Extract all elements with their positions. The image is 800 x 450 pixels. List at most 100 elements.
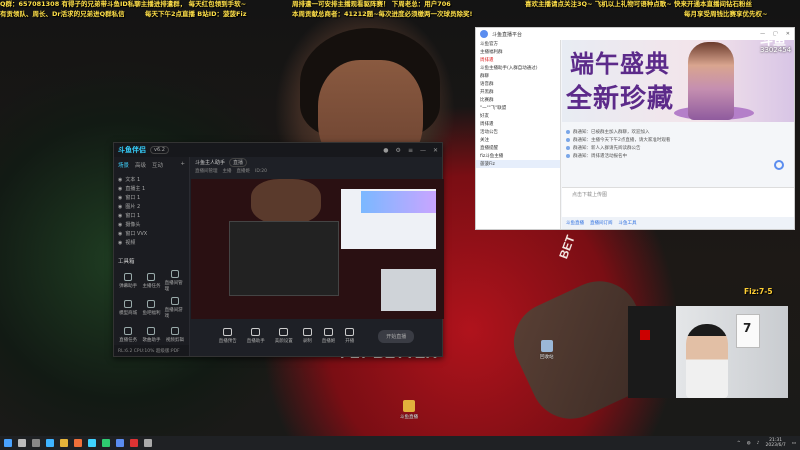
contact-item[interactable]: 好友 (476, 112, 560, 120)
menu-icon[interactable]: ≡ (408, 147, 413, 154)
scene-item[interactable]: ◉ 窗口 1 (118, 193, 185, 202)
app-icon[interactable] (74, 439, 82, 447)
scene-item[interactable]: ◉ 窗口 1 (118, 211, 185, 220)
eye-icon[interactable]: ◉ (118, 186, 122, 192)
chat-title: 斗鱼直播平台 (492, 31, 523, 38)
desktop-icon-recycle[interactable]: 回收站 (540, 340, 554, 360)
tool-danmu[interactable]: 弹幕助手 (118, 269, 138, 293)
contact-item-selected[interactable]: 菠菠Fiz (476, 160, 560, 168)
record-icon (302, 328, 312, 336)
add-icon[interactable]: + (180, 161, 185, 169)
wechat-icon[interactable] (102, 439, 110, 447)
contact-item[interactable]: "一""飞"联盟 (476, 104, 560, 112)
media-icon[interactable] (130, 439, 138, 447)
tool-video-edit[interactable]: 视频剪辑 (165, 323, 185, 347)
douyu-companion-icon[interactable] (88, 439, 96, 447)
contact-item[interactable]: 关注 (476, 136, 560, 144)
tool-live-task[interactable]: 直播任务 (118, 323, 138, 347)
bottom-broadcast-button[interactable]: 开播 (345, 328, 355, 344)
contact-item[interactable]: 周排遣 (476, 120, 560, 128)
close-icon[interactable]: ✕ (433, 147, 438, 154)
contact-item[interactable]: fiz斗鱼主播 (476, 152, 560, 160)
qq-icon[interactable] (116, 439, 124, 447)
taskbar-clock[interactable]: 21:31 2023/6/7 (766, 438, 786, 448)
bottom-helper-button[interactable]: 直播助手 (247, 328, 265, 344)
tool-fishbar[interactable]: 鱼吧福利 (141, 296, 161, 320)
preview-webcam (381, 269, 436, 311)
chat-titlebar[interactable]: 斗鱼直播平台 — □ ✕ (476, 28, 794, 40)
bottom-record-button[interactable]: 录制 (302, 328, 312, 344)
app-titlebar[interactable]: 斗鱼伴侣 v6.2 ● ⚙ ≡ — ✕ (114, 143, 442, 157)
scene-item[interactable]: ◉ 文本 1 (118, 175, 185, 184)
streaming-app-window[interactable]: 斗鱼伴侣 v6.2 ● ⚙ ≡ — ✕ 场景 高级 互动 + ◉ 文本 1 ◉ 直播… (113, 142, 444, 357)
contact-item[interactable]: 开黑群 (476, 88, 560, 96)
scene-item[interactable]: ◉ 窗口 VVX (118, 229, 185, 238)
eye-icon[interactable]: ◉ (118, 231, 122, 237)
minimize-icon[interactable]: — (420, 147, 426, 154)
chat-window[interactable]: 斗鱼直播平台 — □ ✕ 斗鱼官方 主播福利群 周排遣 斗鱼主播助手(入群自动通… (475, 27, 795, 230)
scene-item[interactable]: ◉ 图片 2 (118, 202, 185, 211)
network-icon[interactable]: ◍ (747, 441, 751, 446)
footer-link[interactable]: 直播间订阅 (590, 220, 613, 226)
desktop-icon-folder[interactable]: 斗鱼直播 (400, 400, 418, 420)
gear-icon[interactable]: ⚙ (396, 147, 401, 154)
bottom-preview-button[interactable]: 直播预告 (219, 328, 237, 344)
contact-item[interactable]: 语音群 (476, 80, 560, 88)
ticker-line2-mid: 每天下午2点直播 B站ID：菠菠Fiz (145, 10, 247, 18)
notification-icon[interactable]: ▭ (792, 441, 796, 446)
eye-icon[interactable]: ◉ (118, 240, 122, 246)
tool-games[interactable]: 直播间游戏 (165, 296, 185, 320)
contact-item[interactable]: 周排遣 (476, 56, 560, 64)
contact-item[interactable]: 比赛群 (476, 96, 560, 104)
tab-scene[interactable]: 场景 (118, 161, 129, 169)
scene-item[interactable]: ◉ 视频 (118, 238, 185, 247)
app-sidebar: 场景 高级 互动 + ◉ 文本 1 ◉ 直播主 1 ◉ 窗口 1 ◉ 图片 2 ◉ 窗口 … (114, 157, 190, 356)
contact-item[interactable]: 群聊 (476, 72, 560, 80)
tab-advanced[interactable]: 高级 (135, 161, 146, 169)
chevron-up-icon[interactable]: ^ (737, 441, 741, 446)
tool-task[interactable]: 主播任务 (141, 269, 161, 293)
eye-icon[interactable]: ◉ (118, 177, 122, 183)
avatar (480, 30, 488, 38)
eye-icon[interactable]: ◉ (118, 213, 122, 219)
settings-icon[interactable] (144, 439, 152, 447)
contact-item[interactable]: 斗鱼官方 (476, 40, 560, 48)
scene-item[interactable]: ◉ 直播主 1 (118, 184, 185, 193)
start-live-button[interactable]: 开始直播 (378, 329, 415, 343)
footer-link[interactable]: 斗鱼工具 (619, 220, 637, 226)
main-sub-item[interactable]: 直播间管理 (195, 168, 218, 174)
taskview-icon[interactable] (32, 439, 40, 447)
chat-message: 群通知：新人入群请先阅读群公告 (566, 144, 790, 152)
banner-character (688, 42, 734, 120)
contact-item[interactable]: 斗鱼主播助手(入群自动通过) (476, 64, 560, 72)
explorer-icon[interactable] (60, 439, 68, 447)
search-icon[interactable] (18, 439, 26, 447)
tool-music[interactable]: 歌曲助手 (141, 323, 161, 347)
main-sub-item[interactable]: 直播姬 (237, 168, 251, 174)
bottom-studio-button[interactable]: 直播姬 (322, 328, 335, 344)
footer-link[interactable]: 斗鱼直播 (566, 220, 584, 226)
avatar-icon[interactable]: ● (383, 147, 388, 154)
browser-icon[interactable] (46, 439, 54, 447)
bottom-beauty-button[interactable]: 美颜设置 (275, 328, 293, 344)
tab-interact[interactable]: 互动 (152, 161, 163, 169)
start-icon[interactable] (4, 439, 12, 447)
contact-item[interactable]: 活动公告 (476, 128, 560, 136)
contact-item[interactable]: 直播提醒 (476, 144, 560, 152)
contact-item[interactable]: 主播福利群 (476, 48, 560, 56)
main-sub-item[interactable]: 主播 (223, 168, 232, 174)
volume-icon[interactable]: ♪ (757, 441, 760, 446)
eye-icon[interactable]: ◉ (118, 222, 122, 228)
scene-list: ◉ 文本 1 ◉ 直播主 1 ◉ 窗口 1 ◉ 图片 2 ◉ 窗口 1 ◉ 摄像头 ◉ 窗口 … (114, 173, 189, 249)
chat-input[interactable]: 点击下载上传图 (562, 160, 794, 217)
scene-item[interactable]: ◉ 摄像头 (118, 220, 185, 229)
cam-score-badge: Fiz:7-5 (744, 287, 773, 296)
stream-preview[interactable] (191, 179, 444, 319)
eye-icon[interactable]: ◉ (118, 204, 122, 210)
refresh-icon[interactable] (774, 160, 784, 170)
tool-model-shop[interactable]: 模型商城 (118, 296, 138, 320)
eye-icon[interactable]: ◉ (118, 195, 122, 201)
tool-room-manage[interactable]: 直播间管理 (165, 269, 185, 293)
cam-streamer (686, 324, 728, 398)
room-icon (170, 270, 179, 278)
